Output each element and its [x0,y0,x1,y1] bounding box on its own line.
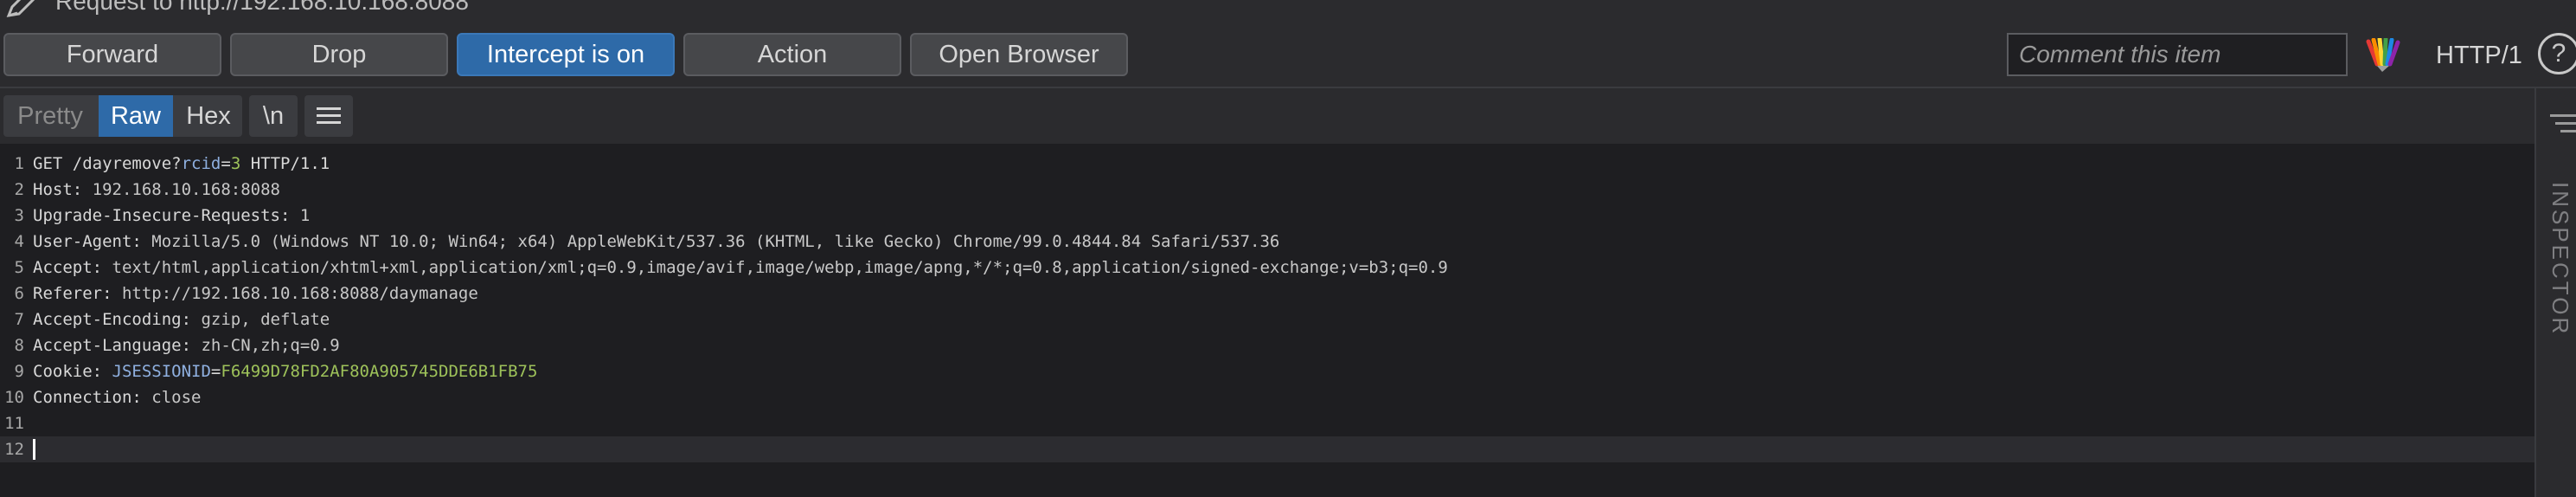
line-token: close [151,388,202,407]
line-content[interactable]: GET /dayremove?rcid=3 HTTP/1.1 [33,151,330,177]
line-token: : [72,180,93,199]
line-token: Accept-Encoding [33,310,182,329]
line-token: : [181,310,202,329]
comment-input[interactable]: Comment this item [2007,33,2348,76]
request-line[interactable]: 6 Referer: http://192.168.10.168:8088/day… [0,281,2534,307]
line-token: http://192.168.10.168:8088/daymanage [121,284,478,303]
line-token: text/html,application/xhtml+xml,applicat… [112,258,1448,277]
inspector-panel[interactable]: INSPECTOR [2534,88,2576,497]
inspector-layout-icon[interactable] [2548,111,2576,137]
request-line[interactable]: 7 Accept-Encoding: gzip, deflate [0,307,2534,332]
line-token: 192.168.10.168:8088 [92,180,280,199]
request-line[interactable]: 9 Cookie: JSESSIONID=F6499D78FD2AF80A9057… [0,358,2534,384]
request-line[interactable]: 2 Host: 192.168.10.168:8088 [0,177,2534,203]
line-token: 3 [230,154,241,173]
line-token: GET /dayremove? [33,154,182,173]
line-number: 10 [4,388,24,407]
request-line[interactable]: 8 Accept-Language: zh-CN,zh;q=0.9 [0,332,2534,358]
line-content[interactable]: Accept-Language: zh-CN,zh;q=0.9 [33,332,340,358]
line-token: = [210,362,221,381]
tab-pretty[interactable]: Pretty [3,95,97,137]
line-number: 9 [14,362,24,381]
request-line[interactable]: 10 Connection: close [0,384,2534,410]
line-content[interactable]: Accept-Encoding: gzip, deflate [33,307,330,332]
line-content[interactable]: Host: 192.168.10.168:8088 [33,177,280,203]
line-content[interactable]: Accept: text/html,application/xhtml+xml,… [33,255,1448,281]
line-token: F6499D78FD2AF80A905745DDE6B1FB75 [221,362,538,381]
request-line[interactable]: 4 User-Agent: Mozilla/5.0 (Windows NT 10.… [0,229,2534,255]
line-number: 5 [14,258,24,277]
line-number: 7 [14,310,24,329]
line-token: User-Agent [33,232,132,251]
line-content[interactable]: Connection: close [33,384,201,410]
line-token: 1 [299,206,311,225]
help-icon[interactable]: ? [2538,33,2576,74]
line-token: : [131,388,152,407]
line-token: : [181,336,202,355]
line-token: : [92,258,112,277]
request-line[interactable]: 12 [0,436,2534,462]
line-number: 11 [4,414,24,433]
drop-button[interactable]: Drop [230,33,448,76]
line-token: Cookie [33,362,93,381]
line-number: 4 [14,232,24,251]
text-cursor [33,439,35,460]
editor-toolbar: Pretty Raw Hex \n [0,88,2534,144]
request-line[interactable]: 1 GET /dayremove?rcid=3 HTTP/1.1 [0,151,2534,177]
view-mode-tabs: Pretty Raw Hex [3,95,242,137]
line-number: 1 [14,154,24,173]
raw-request-text[interactable]: 1 GET /dayremove?rcid=3 HTTP/1.1 2 Host: 19… [0,144,2534,497]
action-button[interactable]: Action [683,33,901,76]
hamburger-menu-icon [317,107,341,124]
highlight-color-icon[interactable] [2361,38,2403,73]
line-token: rcid [181,154,221,173]
request-title-bar: Request to http://192.168.10.168:8088 [0,0,2576,19]
intercept-toolbar: Forward Drop Intercept is on Action Open… [0,19,2576,87]
forward-button[interactable]: Forward [3,33,221,76]
line-token: : [102,284,122,303]
line-token: zh-CN,zh;q=0.9 [201,336,340,355]
tab-raw[interactable]: Raw [99,95,173,137]
line-token: Host [33,180,73,199]
request-title: Request to http://192.168.10.168:8088 [55,0,469,15]
inspector-label[interactable]: INSPECTOR [2547,182,2573,336]
line-token: Accept [33,258,93,277]
line-token: Referer [33,284,103,303]
line-token: JSESSIONID [112,362,211,381]
pencil-icon [6,0,35,17]
line-content[interactable]: Upgrade-Insecure-Requests: 1 [33,203,310,229]
line-number: 6 [14,284,24,303]
line-number: 12 [4,440,24,459]
line-token: Upgrade-Insecure-Requests [33,206,280,225]
line-number: 3 [14,206,24,225]
line-number: 8 [14,336,24,355]
request-editor: Pretty Raw Hex \n 1 GET /dayremove?rcid=3… [0,88,2534,497]
line-token: Connection [33,388,132,407]
http-version-label[interactable]: HTTP/1 [2436,38,2522,73]
burp-intercept-window: Request to http://192.168.10.168:8088 Fo… [0,0,2576,497]
line-token: : [279,206,300,225]
tab-hex[interactable]: Hex [175,95,242,137]
line-number: 2 [14,180,24,199]
line-content[interactable]: User-Agent: Mozilla/5.0 (Windows NT 10.0… [33,229,1279,255]
line-token: gzip, deflate [201,310,330,329]
line-content[interactable]: Referer: http://192.168.10.168:8088/daym… [33,281,478,307]
editor-menu-button[interactable] [304,95,353,137]
request-line[interactable]: 5 Accept: text/html,application/xhtml+xml… [0,255,2534,281]
line-token: : [92,362,112,381]
line-content[interactable]: Cookie: JSESSIONID=F6499D78FD2AF80A90574… [33,358,537,384]
open-browser-button[interactable]: Open Browser [910,33,1128,76]
show-newlines-button[interactable]: \n [249,95,298,137]
line-token: Mozilla/5.0 (Windows NT 10.0; Win64; x64… [151,232,1280,251]
line-token: : [131,232,152,251]
line-token: Accept-Language [33,336,182,355]
line-token: = [221,154,231,173]
request-line[interactable]: 3 Upgrade-Insecure-Requests: 1 [0,203,2534,229]
line-token: HTTP/1.1 [240,154,330,173]
request-line[interactable]: 11 [0,410,2534,436]
intercept-toggle-button[interactable]: Intercept is on [457,33,675,76]
